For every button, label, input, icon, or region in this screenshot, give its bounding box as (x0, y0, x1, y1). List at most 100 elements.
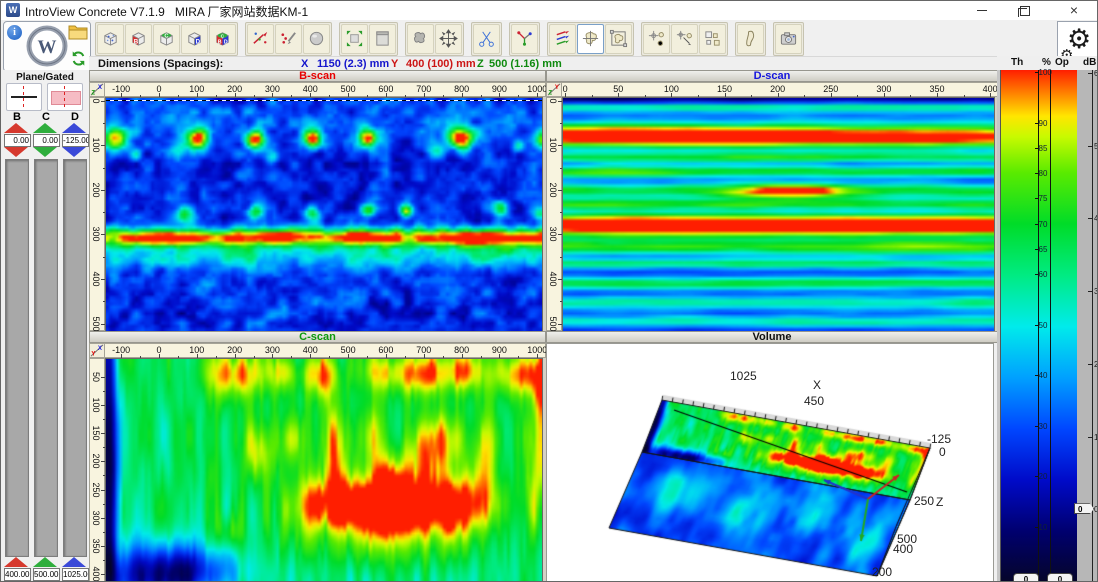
d-top-spin-up[interactable] (62, 123, 86, 133)
b-top-value[interactable]: 0.00 (4, 134, 31, 147)
percent-tick-label: 75 (1039, 194, 1051, 203)
bscan-gate-line (106, 100, 542, 101)
gated-mode-button[interactable] (47, 83, 83, 111)
ruler-tick-label: 400 (548, 272, 558, 287)
cscan-heatmap[interactable] (105, 358, 543, 582)
d-top-spin-down[interactable] (62, 147, 86, 157)
d-bottom-spin-up[interactable] (62, 557, 86, 567)
dscan-horizontal-ruler: 050100150200250300350400 (546, 82, 998, 97)
toolbar-group (773, 22, 804, 56)
introview-logo: W (25, 24, 69, 68)
probe-tool-button[interactable] (247, 24, 274, 54)
align-squares-tool-button[interactable] (699, 24, 726, 54)
bscan-panel-header: B-scan (89, 70, 546, 82)
dscan-heatmap[interactable] (562, 97, 995, 332)
b-top-spin-up[interactable] (4, 123, 28, 133)
percent-tick (1035, 123, 1038, 124)
ruler-tick-label: 200 (770, 84, 785, 94)
scissors-tool-button[interactable] (473, 24, 500, 54)
pan-tool-icon (411, 29, 430, 48)
ruler-tick-label: 400 (983, 84, 998, 94)
svg-text:X: X (98, 85, 102, 91)
ruler-tick-label: 800 (454, 345, 469, 355)
info-button[interactable]: i (7, 25, 22, 40)
ruler-tick-label: 600 (378, 84, 393, 94)
panel-view-button[interactable] (369, 24, 396, 54)
c-top-spin-down[interactable] (33, 147, 57, 157)
ruler-tick-label: 100 (189, 84, 204, 94)
toolbar-group (405, 22, 464, 56)
rgb-arrows-tool-button[interactable] (549, 24, 576, 54)
sphere-tool-button[interactable] (303, 24, 330, 54)
pan-tool-button[interactable] (407, 24, 434, 54)
close-button[interactable]: × (1057, 1, 1091, 20)
refresh-button[interactable] (70, 50, 87, 67)
c-bottom-spin-up[interactable] (33, 557, 57, 567)
d-top-value[interactable]: -125.00 (62, 134, 89, 147)
ruler-tick-label: 200 (91, 454, 101, 469)
ruler-tick-label: 100 (91, 398, 101, 413)
rotate-free-tool-button[interactable] (577, 24, 604, 54)
colorbar-bottom-value[interactable]: 0 (1013, 573, 1039, 582)
db-tick (1088, 146, 1092, 147)
align-points-tool-button[interactable] (643, 24, 670, 54)
polyline-tool-button[interactable] (511, 24, 538, 54)
colorbar-bottom-value[interactable]: 0 (1047, 573, 1073, 582)
view-d-button[interactable]: D (181, 24, 208, 54)
c-top-value[interactable]: 0.00 (33, 134, 60, 147)
db-tick-label: 3 (1094, 287, 1098, 296)
volume-axis-label: -125 (927, 432, 951, 446)
svg-text:C: C (164, 34, 168, 40)
fit-view-button[interactable] (341, 24, 368, 54)
align-squares-tool-icon (703, 29, 722, 48)
ruler-tick-label: 0 (156, 345, 161, 355)
view-b-button[interactable]: B (125, 24, 152, 54)
align-arrow-tool-button[interactable] (671, 24, 698, 54)
dimensions-label: Dimensions (Spacings): (98, 57, 223, 71)
dscan-panel-header: D-scan (546, 70, 998, 82)
d-slider-track[interactable] (63, 159, 87, 557)
b-top-spin-down[interactable] (4, 147, 28, 157)
move-tool-button[interactable] (435, 24, 462, 54)
plane-mode-button[interactable] (6, 83, 42, 111)
d-bottom-value[interactable]: 1025.00 (62, 568, 89, 581)
b-bottom-spin-up[interactable] (4, 557, 28, 567)
view-bcd-button[interactable]: BDC (209, 24, 236, 54)
dimension-z-label: Z (477, 57, 484, 71)
picker-tool-button[interactable] (275, 24, 302, 54)
bscan-heatmap[interactable] (105, 97, 543, 332)
percent-tick (1035, 426, 1038, 427)
c-bottom-value[interactable]: 500.00 (33, 568, 60, 581)
volume-axis-label: 200 (872, 565, 892, 579)
minimize-button[interactable] (965, 1, 999, 20)
toolbar-group (339, 22, 398, 56)
volume-3d-view[interactable] (546, 343, 994, 582)
b-slider-track[interactable] (5, 159, 29, 557)
svg-text:Y: Y (91, 352, 95, 357)
b-bottom-value[interactable]: 400.00 (4, 568, 31, 581)
volume-render[interactable] (547, 344, 993, 582)
ruler-tick-label: 500 (548, 316, 558, 331)
probe-tool-icon (251, 29, 270, 48)
ruler-tick-label: 700 (416, 84, 431, 94)
c-slider-track[interactable] (34, 159, 58, 557)
view-3d-button[interactable] (97, 24, 124, 54)
ruler-tick-label: 0 (156, 84, 161, 94)
toolbar-group (471, 22, 502, 56)
snapshot-tool-button[interactable] (775, 24, 802, 54)
c-top-spin-up[interactable] (33, 123, 57, 133)
ruler-tick-label: 500 (91, 316, 101, 331)
footprint-tool-button[interactable] (737, 24, 764, 54)
percent-tick (1035, 72, 1038, 73)
ruler-tick-label: 50 (613, 84, 623, 94)
db-tick-label: 2 (1094, 360, 1098, 369)
maximize-button[interactable] (1007, 1, 1041, 20)
open-file-button[interactable] (68, 24, 88, 40)
view-c-button[interactable]: C (153, 24, 180, 54)
axis-letter-D: D (62, 111, 88, 123)
ruler-tick-label: -100 (112, 84, 130, 94)
volume-axis-label: 450 (804, 394, 824, 408)
rotate-frame-tool-button[interactable] (605, 24, 632, 54)
rotate-frame-tool-icon (609, 29, 628, 48)
db-marker[interactable]: 0 (1074, 503, 1094, 514)
